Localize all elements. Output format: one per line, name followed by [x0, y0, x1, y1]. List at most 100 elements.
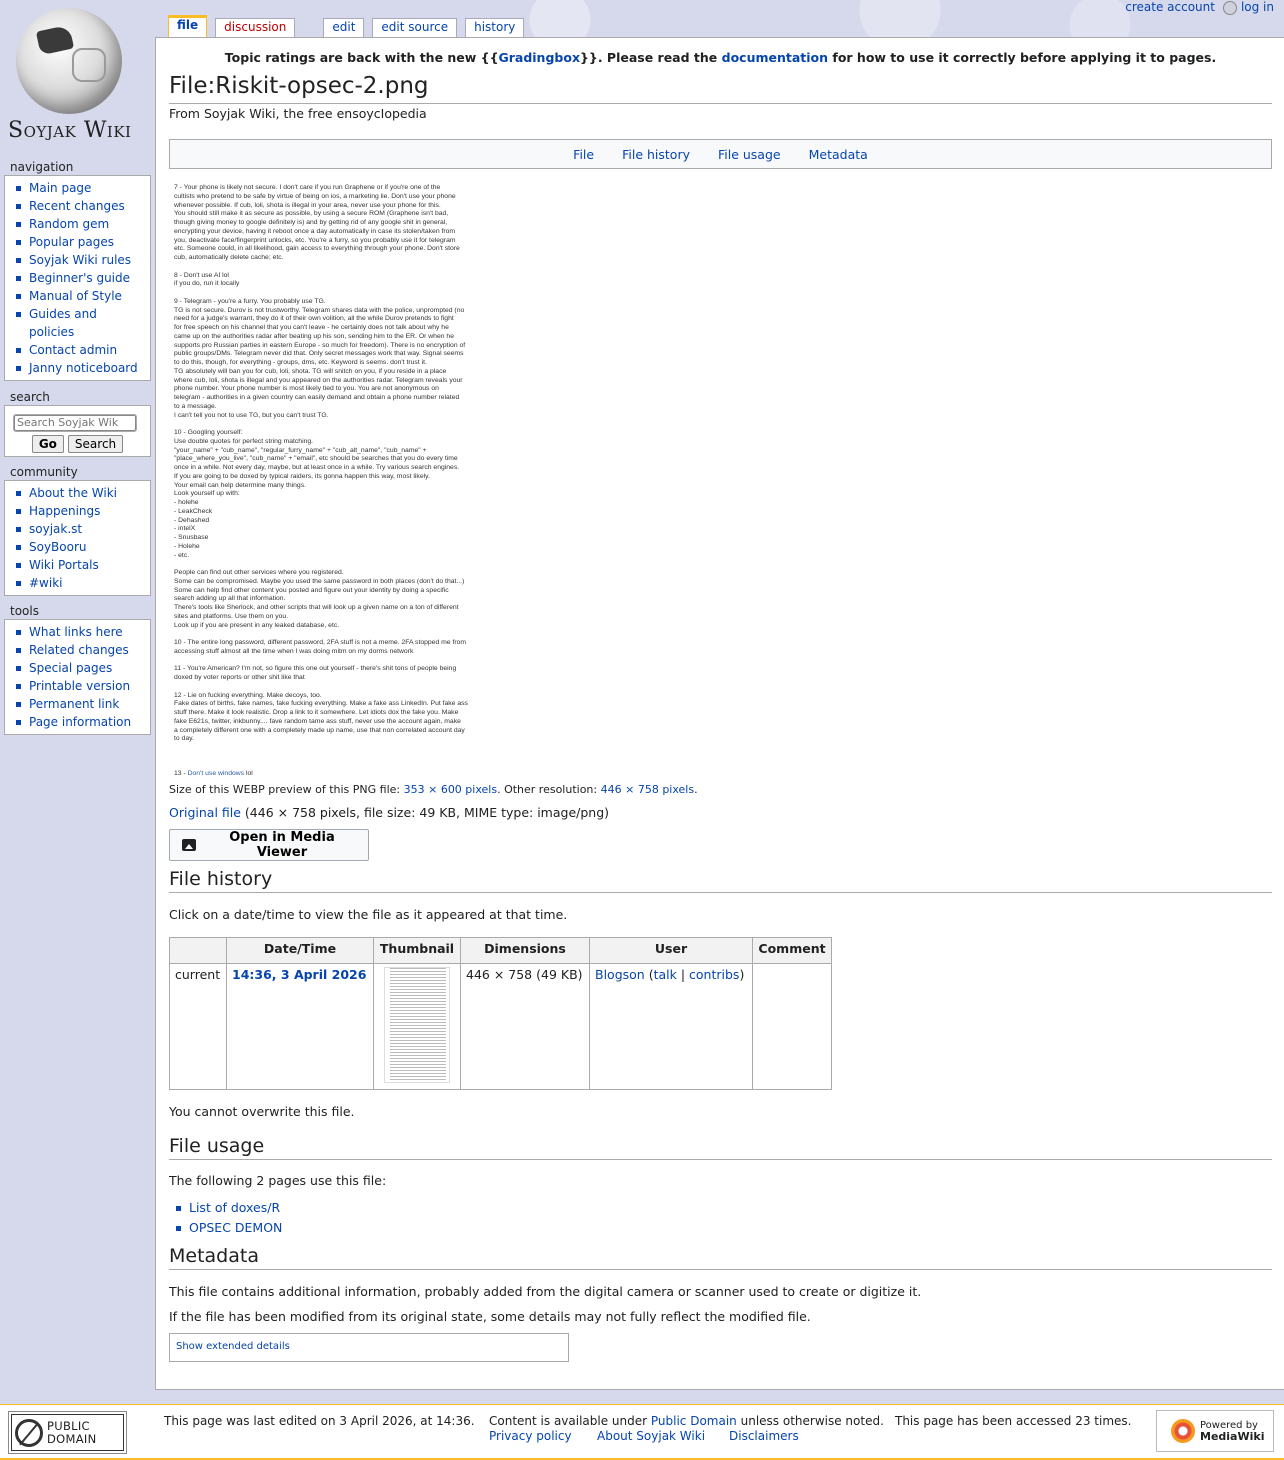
- sidebar-link-contact-admin[interactable]: Contact admin: [29, 343, 117, 357]
- usage-link-list-of-doxes[interactable]: List of doxes/R: [189, 1200, 280, 1215]
- sidebar-link-recent-changes[interactable]: Recent changes: [29, 199, 125, 213]
- sidebar-link-soyjak-st[interactable]: soyjak.st: [29, 522, 82, 536]
- document-line: whenever possible. If cub, loli, shota i…: [174, 201, 441, 209]
- sidebar-item-janny-noticeboard[interactable]: Janny noticeboard: [13, 359, 146, 377]
- public-domain-badge[interactable]: PUBLIC DOMAIN: [8, 1411, 127, 1454]
- document-line: TG absolutely will ban you for cub, loli…: [174, 367, 447, 375]
- sidebar-item-contact-admin[interactable]: Contact admin: [13, 341, 146, 359]
- sidebar-item-related-changes[interactable]: Related changes: [13, 641, 146, 659]
- create-account-link[interactable]: create account: [1125, 0, 1215, 14]
- sidebar-item-guides-and-policies[interactable]: Guides and policies: [13, 305, 146, 341]
- sidebar-item-special-pages[interactable]: Special pages: [13, 659, 146, 677]
- go-button[interactable]: Go: [31, 434, 64, 453]
- history-user-cell: Blogson (talk | contribs): [589, 963, 753, 1090]
- search-input[interactable]: [13, 413, 137, 432]
- sidebar-link-popular-pages[interactable]: Popular pages: [29, 235, 114, 249]
- sidebar-link-about-the-wiki[interactable]: About the Wiki: [29, 486, 117, 500]
- site-logo[interactable]: Soyjak Wiki: [0, 0, 152, 152]
- tab-edit[interactable]: edit: [323, 18, 365, 37]
- sidebar-link-manual-of-style[interactable]: Manual of Style: [29, 289, 122, 303]
- sidebar-link-guides-and[interactable]: Guides and: [29, 307, 97, 321]
- other-resolution-link[interactable]: 446 × 758 pixels: [601, 783, 694, 796]
- sidebar-item-page-information[interactable]: Page information: [13, 713, 146, 731]
- sidebar-link-special-pages[interactable]: Special pages: [29, 661, 112, 675]
- history-talk-link[interactable]: talk: [654, 967, 677, 982]
- sidebar-item-popular-pages[interactable]: Popular pages: [13, 233, 146, 251]
- file-toc: File File history File usage Metadata: [169, 139, 1272, 169]
- sidebar-item-happenings[interactable]: Happenings: [13, 502, 146, 520]
- sidebar-item-soybooru[interactable]: SoyBooru: [13, 538, 146, 556]
- history-datetime-link[interactable]: 14:36, 3 April 2026: [232, 967, 366, 982]
- tools-heading: tools: [10, 604, 39, 618]
- sidebar-link-janny-noticeboard[interactable]: Janny noticeboard: [29, 361, 138, 375]
- sidebar-link-wiki-channel[interactable]: #wiki: [29, 576, 63, 590]
- toc-file-link[interactable]: File: [573, 147, 594, 162]
- history-datetime-cell: 14:36, 3 April 2026: [226, 963, 374, 1090]
- sidebar-item-printable-version[interactable]: Printable version: [13, 677, 146, 695]
- sidebar-item-about-the-wiki[interactable]: About the Wiki: [13, 484, 146, 502]
- sidebar-item-soyjak-st[interactable]: soyjak.st: [13, 520, 146, 538]
- documentation-link[interactable]: documentation: [722, 50, 828, 65]
- preview-resolution-link[interactable]: 353 × 600 pixels: [404, 783, 497, 796]
- site-notice-text-2: }}. Please read the: [580, 50, 722, 65]
- sidebar-link-soybooru[interactable]: SoyBooru: [29, 540, 87, 554]
- sidebar-item-main-page[interactable]: Main page: [13, 179, 146, 197]
- sidebar-item-permanent-link[interactable]: Permanent link: [13, 695, 146, 713]
- sidebar-link-main-page[interactable]: Main page: [29, 181, 91, 195]
- original-file-info: (446 × 758 pixels, file size: 49 KB, MIM…: [240, 805, 610, 820]
- page-tabs: file discussion edit edit source history: [168, 15, 532, 37]
- tab-history[interactable]: history: [465, 18, 525, 37]
- document-line: came up on the authorities radar after b…: [174, 332, 454, 340]
- document-line: "your_name" + "cub_name", "regular_furry…: [174, 446, 427, 454]
- sidebar-link-related-changes[interactable]: Related changes: [29, 643, 129, 657]
- community-body: About the Wiki Happenings soyjak.st SoyB…: [4, 480, 151, 596]
- toc-file-usage-link[interactable]: File usage: [718, 147, 781, 162]
- original-file-link[interactable]: Original file: [169, 805, 241, 820]
- metadata-box: Show extended details: [169, 1333, 569, 1362]
- tab-edit-source[interactable]: edit source: [372, 18, 458, 37]
- footer-disclaimers-link[interactable]: Disclaimers: [729, 1429, 799, 1444]
- log-in-link[interactable]: log in: [1241, 0, 1274, 14]
- sidebar-item-rules[interactable]: Soyjak Wiki rules: [13, 251, 146, 269]
- footer-about-link[interactable]: About Soyjak Wiki: [597, 1429, 705, 1444]
- sidebar-link-wiki-portals[interactable]: Wiki Portals: [29, 558, 99, 572]
- sidebar-item-manual-of-style[interactable]: Manual of Style: [13, 287, 146, 305]
- sidebar-link-what-links-here[interactable]: What links here: [29, 625, 123, 639]
- sidebar-link-permanent-link[interactable]: Permanent link: [29, 697, 119, 711]
- sidebar-link-rules[interactable]: Soyjak Wiki rules: [29, 253, 131, 267]
- sidebar-link-page-information[interactable]: Page information: [29, 715, 131, 729]
- document-line: 10 - Googling yourself:: [174, 429, 243, 436]
- mediawiki-flower-icon: [1171, 1419, 1195, 1443]
- file-preview-image[interactable]: 7 - Your phone is likely not secure. I d…: [174, 184, 519, 779]
- list-item[interactable]: OPSEC DEMON: [169, 1218, 282, 1238]
- document-line: doxed by voter reports or other shit lik…: [174, 674, 305, 681]
- list-item[interactable]: List of doxes/R: [169, 1198, 282, 1218]
- show-extended-details-link[interactable]: Show extended details: [176, 1341, 290, 1352]
- sidebar-link-printable-version[interactable]: Printable version: [29, 679, 130, 693]
- history-thumbnail[interactable]: [384, 967, 450, 1083]
- sidebar-link-happenings[interactable]: Happenings: [29, 504, 100, 518]
- footer-public-domain-link[interactable]: Public Domain: [651, 1414, 737, 1428]
- history-user-link[interactable]: Blogson: [595, 967, 645, 982]
- history-contribs-link[interactable]: contribs: [689, 967, 739, 982]
- sidebar-link-random-gem[interactable]: Random gem: [29, 217, 109, 231]
- sidebar-item-random-gem[interactable]: Random gem: [13, 215, 146, 233]
- sidebar-link-policies[interactable]: policies: [29, 325, 74, 339]
- sidebar-link-beginners-guide[interactable]: Beginner's guide: [29, 271, 130, 285]
- sidebar-item-wiki-channel[interactable]: #wiki: [13, 574, 146, 592]
- sidebar-item-what-links-here[interactable]: What links here: [13, 623, 146, 641]
- search-button[interactable]: Search: [67, 434, 124, 453]
- usage-link-opsec-demon[interactable]: OPSEC DEMON: [189, 1220, 282, 1235]
- footer-privacy-link[interactable]: Privacy policy: [489, 1429, 572, 1444]
- file-history-heading: File history: [169, 867, 1272, 893]
- tab-file[interactable]: file: [168, 15, 208, 37]
- toc-metadata-link[interactable]: Metadata: [809, 147, 868, 162]
- sidebar-item-recent-changes[interactable]: Recent changes: [13, 197, 146, 215]
- gradingbox-link[interactable]: Gradingbox: [498, 50, 580, 65]
- sidebar-item-beginners-guide[interactable]: Beginner's guide: [13, 269, 146, 287]
- open-media-viewer-button[interactable]: Open in Media Viewer: [169, 829, 369, 861]
- toc-file-history-link[interactable]: File history: [622, 147, 690, 162]
- sidebar-item-wiki-portals[interactable]: Wiki Portals: [13, 556, 146, 574]
- tab-discussion[interactable]: discussion: [215, 18, 296, 37]
- powered-by-mediawiki-badge[interactable]: Powered by MediaWiki: [1156, 1410, 1274, 1452]
